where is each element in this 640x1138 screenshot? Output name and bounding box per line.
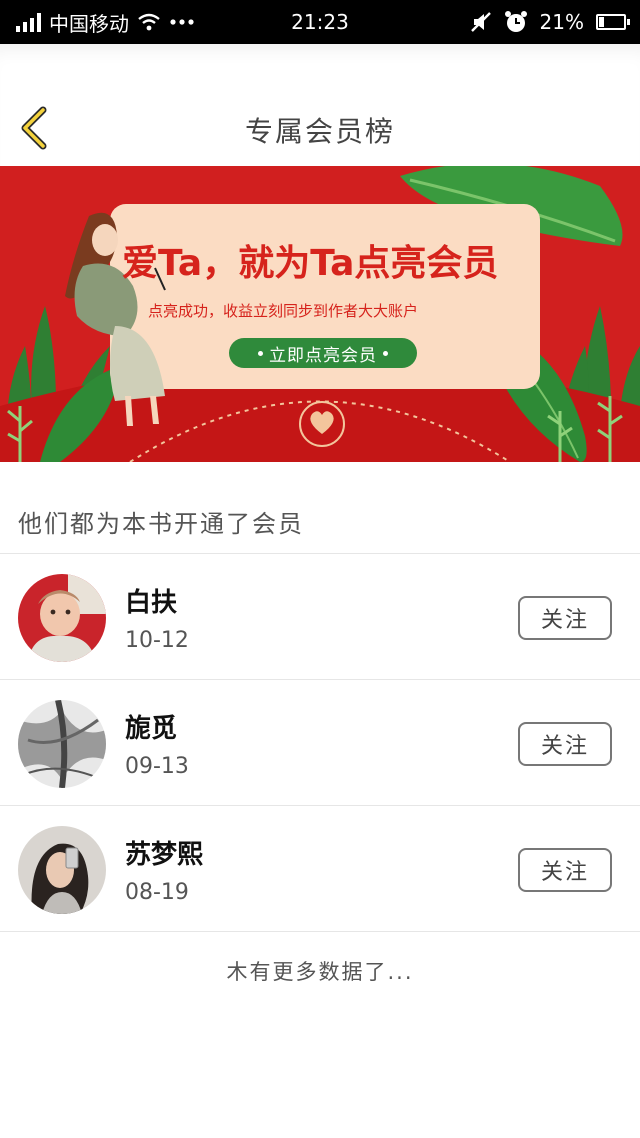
page-title: 专属会员榜 — [244, 115, 395, 148]
member-list: 白扶 10-12 关注 旎觅 09-13 关注 苏梦熙 08-19 关注 — [0, 554, 640, 932]
follow-button[interactable]: 关注 — [518, 722, 612, 766]
avatar[interactable] — [18, 574, 106, 662]
activate-membership-button[interactable]: 立即点亮会员 — [229, 338, 417, 368]
member-date: 09-13 — [125, 754, 189, 779]
signal-icon — [16, 12, 41, 32]
member-name: 白扶 — [125, 588, 178, 618]
wifi-icon — [138, 13, 160, 31]
follow-button[interactable]: 关注 — [518, 848, 612, 892]
status-bar: 中国移动 21:23 21% — [0, 0, 640, 44]
dot-icon — [383, 350, 388, 356]
banner-subtitle: 点亮成功，收益立刻同步到作者大大账户 — [148, 302, 419, 320]
member-name: 苏梦熙 — [125, 840, 204, 870]
list-item[interactable]: 苏梦熙 08-19 关注 — [0, 806, 640, 932]
member-name: 旎觅 — [125, 714, 178, 744]
dot-icon — [258, 350, 263, 356]
member-date: 08-19 — [125, 880, 189, 905]
battery-icon — [596, 14, 630, 30]
battery-percent: 21% — [539, 10, 584, 34]
avatar[interactable] — [18, 700, 106, 788]
more-dots-icon — [170, 19, 194, 25]
section-header: 他们都为本书开通了会员 — [0, 462, 640, 554]
no-more-data-label: 木有更多数据了... — [226, 960, 414, 984]
carrier-label: 中国移动 — [49, 11, 129, 36]
alarm-icon — [504, 11, 527, 32]
member-date: 10-12 — [125, 628, 189, 653]
follow-button[interactable]: 关注 — [518, 596, 612, 640]
avatar[interactable] — [18, 826, 106, 914]
list-item[interactable]: 旎觅 09-13 关注 — [0, 680, 640, 806]
vip-promo-banner[interactable]: 爱Ta，就为Ta点亮会员 点亮成功，收益立刻同步到作者大大账户 立即点亮会员 — [0, 166, 640, 462]
section-title: 他们都为本书开通了会员 — [18, 510, 304, 538]
banner-headline: 爱Ta，就为Ta点亮会员 — [122, 243, 499, 284]
nav-bar: 专属会员榜 — [0, 44, 640, 166]
list-item[interactable]: 白扶 10-12 关注 — [0, 554, 640, 680]
cta-label: 立即点亮会员 — [269, 345, 377, 366]
mute-icon — [470, 12, 491, 32]
